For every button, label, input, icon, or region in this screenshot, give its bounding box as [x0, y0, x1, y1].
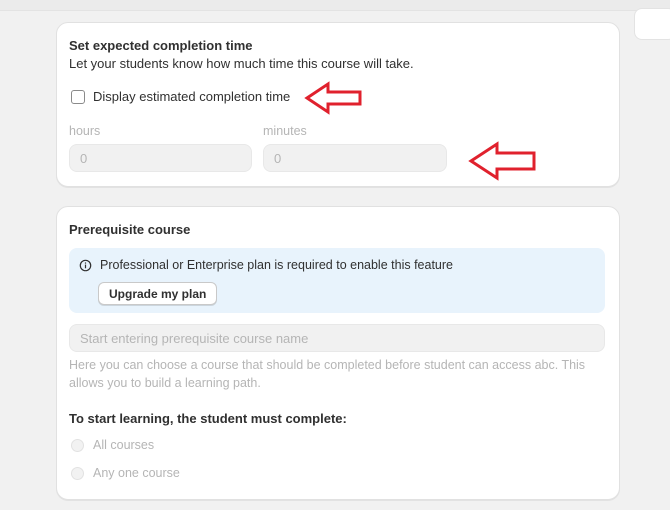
hours-input[interactable]: 0: [69, 144, 252, 172]
prerequisite-search-input[interactable]: Start entering prerequisite course name: [69, 324, 605, 352]
section-subtitle: Let your students know how much time thi…: [69, 56, 414, 71]
info-icon: [79, 259, 92, 272]
radio-label[interactable]: Any one course: [93, 466, 180, 480]
top-strip: [0, 0, 670, 11]
all-courses-radio[interactable]: [71, 439, 84, 452]
help-text: Here you can choose a course that should…: [69, 358, 586, 390]
plan-upgrade-banner: Professional or Enterprise plan is requi…: [69, 248, 605, 313]
section-title: Prerequisite course: [69, 222, 191, 237]
complete-requirement-label: To start learning, the student must comp…: [69, 411, 347, 426]
prerequisite-card: Prerequisite course Professional or Ente…: [56, 206, 620, 500]
minutes-label: minutes: [263, 124, 307, 138]
minutes-input[interactable]: 0: [263, 144, 447, 172]
display-completion-checkbox[interactable]: [71, 90, 85, 104]
section-title: Set expected completion time: [69, 38, 253, 53]
checkbox-label[interactable]: Display estimated completion time: [93, 89, 290, 104]
annotation-arrow-left-icon: [304, 81, 362, 115]
annotation-arrow-left-icon: [468, 141, 536, 181]
radio-label[interactable]: All courses: [93, 438, 154, 452]
banner-message: Professional or Enterprise plan is requi…: [100, 258, 453, 272]
upgrade-plan-button[interactable]: Upgrade my plan: [98, 282, 218, 305]
hours-label: hours: [69, 124, 101, 138]
side-panel-edge: [634, 8, 670, 40]
any-one-course-radio[interactable]: [71, 467, 84, 480]
